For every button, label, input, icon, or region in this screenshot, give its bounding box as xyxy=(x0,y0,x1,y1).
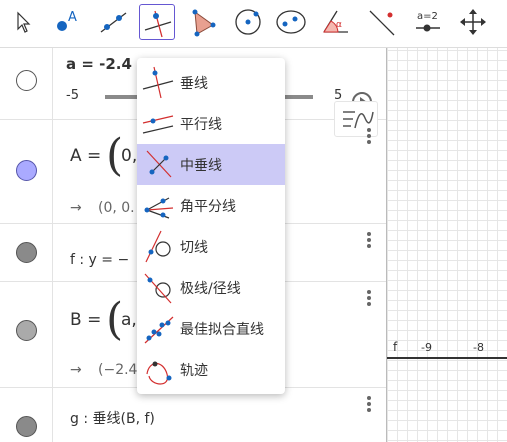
slider-min: -5 xyxy=(66,88,79,103)
locus-icon xyxy=(146,361,172,385)
perpendicular-tools-menu: 垂线 平行线 中垂线 角平分线 切线 极线/径线 最佳拟合直线 轨迹 xyxy=(137,58,285,394)
tangent-icon xyxy=(145,230,171,263)
line-g-row: g : 垂线(B, f) xyxy=(0,388,386,442)
polar-diameter-line-icon xyxy=(144,273,172,304)
output-arrow: → xyxy=(70,200,82,216)
menu-item-label: 中垂线 xyxy=(180,158,222,174)
move-graphics-view-button[interactable] xyxy=(455,4,491,40)
line-f-label: f xyxy=(393,340,398,354)
move-graphics-view-icon xyxy=(460,9,486,35)
reflect-tool-button[interactable] xyxy=(364,4,400,40)
ellipse-tool-button[interactable] xyxy=(273,4,309,40)
polygon-tool-button[interactable] xyxy=(185,4,221,40)
ellipse-tool-icon xyxy=(276,10,306,34)
menu-item-locus[interactable]: 轨迹 xyxy=(137,349,285,390)
menu-item-label: 最佳拟合直线 xyxy=(180,322,264,338)
angle-bisector-icon xyxy=(144,197,174,219)
move-tool-button[interactable] xyxy=(4,4,40,40)
toolbar: A α a=2 xyxy=(0,0,507,48)
menu-item-label: 切线 xyxy=(180,240,208,256)
angle-tool-button[interactable]: α xyxy=(318,4,354,40)
menu-item-label: 角平分线 xyxy=(180,199,236,215)
perpendicular-line-tool-button[interactable] xyxy=(139,4,175,40)
line-f-drawing[interactable] xyxy=(387,357,507,359)
more-menu-icon[interactable] xyxy=(366,396,372,414)
point-a-inner[interactable]: 0, xyxy=(121,146,137,166)
slider-tool-icon: a=2 xyxy=(416,11,440,32)
point-a-lhs[interactable]: A = xyxy=(70,146,101,166)
visibility-toggle[interactable] xyxy=(16,242,37,263)
parallel-line-icon xyxy=(142,115,174,134)
slider-tool-label: a=2 xyxy=(417,11,438,22)
slider-definition[interactable]: a = -2.4 xyxy=(66,55,132,73)
menu-item-label: 垂线 xyxy=(180,76,208,92)
circle-tool-button[interactable] xyxy=(230,4,266,40)
angle-tool-icon: α xyxy=(323,10,348,33)
point-tool-icon: A xyxy=(57,10,77,31)
tick-label: -8 xyxy=(473,341,484,354)
point-tool-button[interactable]: A xyxy=(48,4,84,40)
circle-center-point-tool-icon xyxy=(235,9,261,35)
point-b-output: (−2.4, xyxy=(98,362,142,378)
menu-item-angle-bisector[interactable]: 角平分线 xyxy=(137,185,285,226)
point-a-output: (0, 0. xyxy=(98,200,135,216)
menu-item-tangent[interactable]: 切线 xyxy=(137,226,285,267)
line-tool-button[interactable] xyxy=(95,4,131,40)
visibility-toggle[interactable] xyxy=(16,160,37,181)
graphics-view[interactable]: f -9 -8 xyxy=(386,48,507,442)
menu-item-label: 极线/径线 xyxy=(180,281,241,297)
angle-symbol: α xyxy=(336,20,342,30)
visibility-toggle[interactable] xyxy=(16,320,37,341)
menu-item-parallel-line[interactable]: 平行线 xyxy=(137,103,285,144)
reflect-tool-icon xyxy=(369,10,395,36)
output-arrow: → xyxy=(70,362,82,378)
menu-item-polar-line[interactable]: 极线/径线 xyxy=(137,267,285,308)
menu-item-label: 平行线 xyxy=(180,117,222,133)
menu-item-perpendicular-line[interactable]: 垂线 xyxy=(137,62,285,103)
line-g-definition[interactable]: g : 垂线(B, f) xyxy=(70,408,155,428)
perpendicular-line-tool-icon xyxy=(144,10,172,38)
slider-tool-button[interactable]: a=2 xyxy=(410,4,446,40)
tick-label: -9 xyxy=(421,341,432,354)
line-f-definition[interactable]: f : y = − xyxy=(70,252,129,268)
point-tool-label: A xyxy=(68,10,77,25)
point-b-inner[interactable]: a, xyxy=(121,310,137,330)
perpendicular-bisector-icon xyxy=(146,150,172,178)
move-tool-icon xyxy=(17,11,31,33)
perpendicular-line-icon xyxy=(142,66,174,99)
point-b-lhs[interactable]: B = xyxy=(70,310,101,330)
more-menu-icon[interactable] xyxy=(366,232,372,250)
best-fit-line-icon xyxy=(144,316,174,344)
more-menu-icon[interactable] xyxy=(366,128,372,146)
menu-item-best-fit-line[interactable]: 最佳拟合直线 xyxy=(137,308,285,349)
menu-item-label: 轨迹 xyxy=(180,363,208,379)
line-tool-icon xyxy=(100,12,127,33)
more-menu-icon[interactable] xyxy=(366,290,372,308)
menu-item-perpendicular-bisector[interactable]: 中垂线 xyxy=(137,144,285,185)
visibility-toggle[interactable] xyxy=(16,416,37,437)
polygon-tool-icon xyxy=(192,9,216,37)
visibility-toggle[interactable] xyxy=(16,70,37,91)
